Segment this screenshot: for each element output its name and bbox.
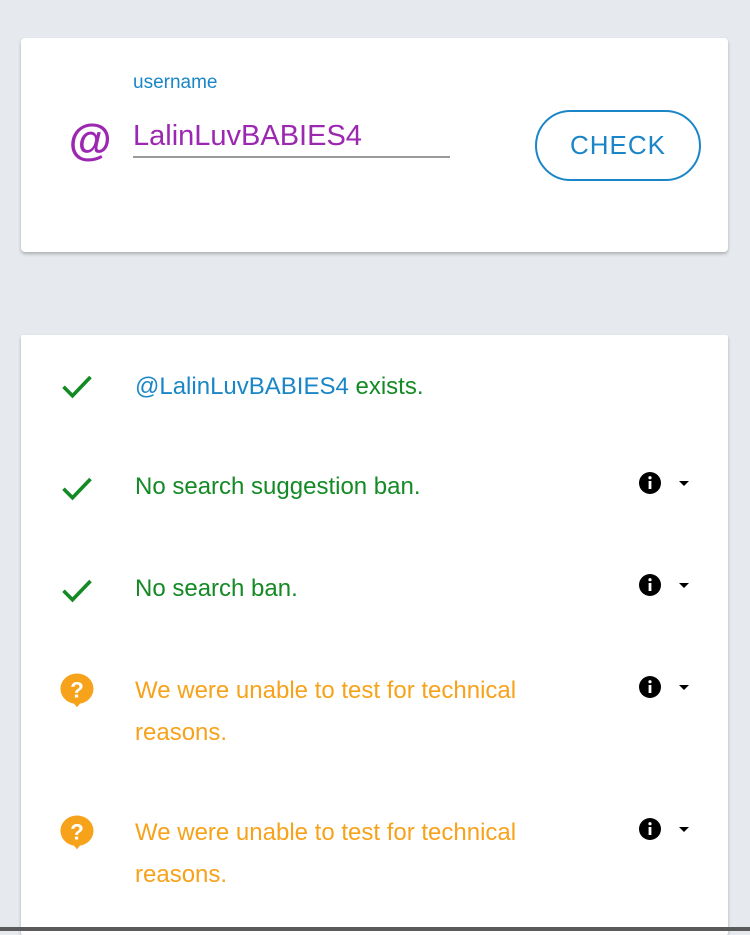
info-icon[interactable] [638, 817, 662, 841]
info-icon[interactable] [638, 573, 662, 597]
result-line-2: reasons. [135, 861, 228, 888]
result-text-technical-2: We were unable to test for technical rea… [135, 812, 516, 896]
result-line-1: We were unable to test for technical [135, 819, 517, 846]
username-input[interactable] [133, 116, 450, 158]
question-icon: ? [60, 815, 94, 850]
chevron-down-icon[interactable] [677, 824, 691, 834]
info-icon[interactable] [638, 471, 662, 495]
exists-suffix: exists. [348, 373, 424, 400]
result-row-technical-2[interactable]: ? We were unable to test for technical r… [23, 783, 727, 925]
result-row-search-ban[interactable]: No search ban. [23, 539, 727, 642]
chevron-down-icon[interactable] [677, 478, 691, 488]
result-line-1: We were unable to test for technical [135, 677, 517, 704]
username-field-label: username [133, 72, 218, 93]
svg-text:?: ? [70, 678, 84, 703]
result-row-technical-1[interactable]: ? We were unable to test for technical r… [23, 641, 727, 784]
info-icon[interactable] [638, 675, 662, 699]
check-button[interactable]: CHECK [535, 110, 701, 181]
check-icon [62, 579, 92, 603]
chevron-down-icon[interactable] [677, 682, 691, 692]
result-text-search-ban: No search ban. [135, 575, 298, 602]
result-line-2: reasons. [135, 719, 228, 746]
check-icon [62, 477, 92, 501]
svg-text:?: ? [70, 820, 84, 845]
question-icon: ? [60, 673, 94, 708]
result-text-technical-1: We were unable to test for technical rea… [135, 670, 516, 754]
bottom-divider [0, 927, 750, 931]
at-icon: @ [68, 116, 111, 165]
chevron-down-icon[interactable] [677, 580, 691, 590]
result-row-suggestion-ban[interactable]: No search suggestion ban. [23, 437, 727, 540]
result-row-exists: @LalinLuvBABIES4 exists. [23, 335, 727, 438]
username-handle: @LalinLuvBABIES4 [135, 373, 349, 400]
result-text-exists: @LalinLuvBABIES4 exists. [135, 366, 424, 408]
check-icon [62, 375, 92, 399]
result-text-suggestion-ban: No search suggestion ban. [135, 473, 421, 500]
